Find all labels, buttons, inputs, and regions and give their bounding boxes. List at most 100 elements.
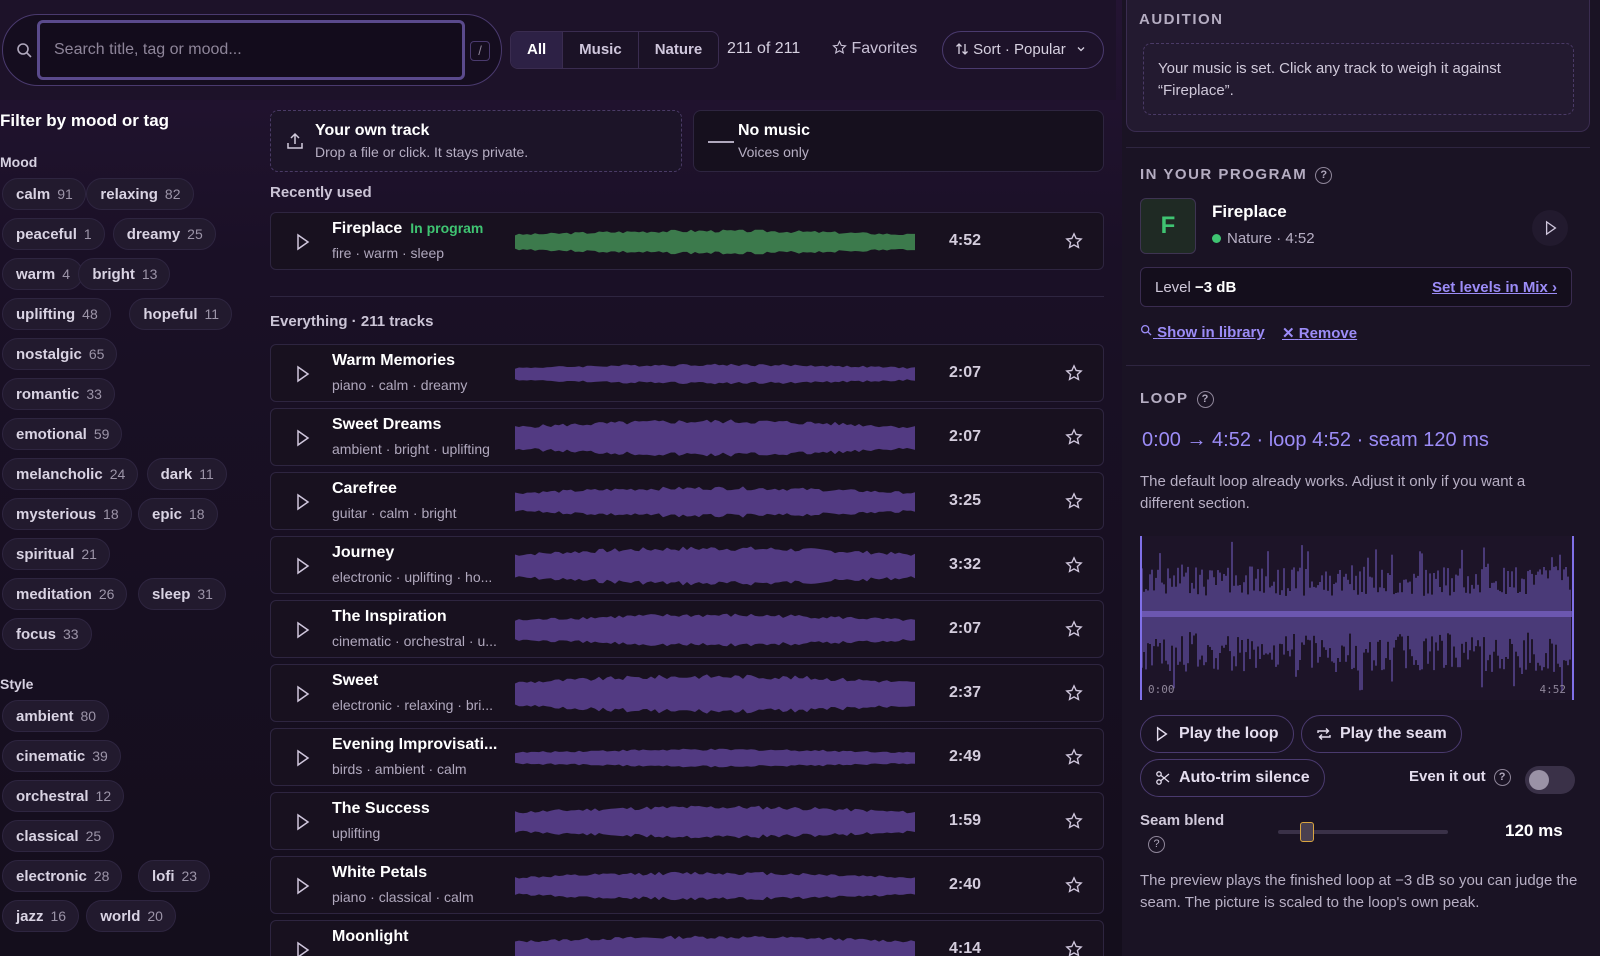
- style-heading: Style: [0, 676, 34, 692]
- loop-waveform-editor[interactable]: 0:00 4:52: [1140, 536, 1574, 700]
- show-in-library-link[interactable]: Show in library: [1140, 324, 1265, 341]
- favorite-star-icon[interactable]: [1065, 876, 1083, 894]
- track-row[interactable]: White Petals piano · classical · calm 2:40: [270, 856, 1104, 914]
- tag-chip-peaceful[interactable]: peaceful 1: [2, 218, 105, 250]
- search-bar[interactable]: Search title, tag or mood... /: [2, 14, 502, 86]
- tag-chip-cinematic[interactable]: cinematic 39: [2, 740, 121, 772]
- track-row[interactable]: Sweet electronic · relaxing · bri... 2:37: [270, 664, 1104, 722]
- star-icon: [832, 40, 847, 54]
- tag-chip-calm[interactable]: calm 91: [2, 178, 86, 210]
- track-row[interactable]: Evening Improvisati... birds · ambient · …: [270, 728, 1104, 786]
- program-track-meta: Nature · 4:52: [1212, 230, 1315, 247]
- tag-chip-sleep[interactable]: sleep 31: [138, 578, 226, 610]
- set-levels-link[interactable]: Set levels in Mix ›: [1432, 279, 1557, 296]
- play-icon[interactable]: [295, 749, 311, 767]
- favorite-star-icon[interactable]: [1065, 748, 1083, 766]
- favorite-star-icon[interactable]: [1065, 428, 1083, 446]
- program-play-button[interactable]: [1532, 210, 1568, 246]
- tag-chip-romantic[interactable]: romantic 33: [2, 378, 115, 410]
- audition-heading: AUDITION: [1139, 11, 1224, 28]
- tag-chip-jazz[interactable]: jazz 16: [2, 900, 80, 932]
- loop-start-time: 0:00: [1148, 683, 1175, 696]
- remove-link[interactable]: ✕ Remove: [1282, 324, 1357, 342]
- loop-waveform: [1141, 541, 1572, 692]
- own-track-dropzone[interactable]: Your own track Drop a file or click. It …: [270, 110, 682, 172]
- play-icon[interactable]: [295, 429, 311, 447]
- sort-dropdown[interactable]: Sort · Popular: [942, 31, 1104, 69]
- tag-chip-ambient[interactable]: ambient 80: [2, 700, 110, 732]
- tag-chip-emotional[interactable]: emotional 59: [2, 418, 123, 450]
- tab-music[interactable]: Music: [563, 32, 639, 68]
- track-row[interactable]: Moonlight 4:14: [270, 920, 1104, 956]
- tag-chip-relaxing[interactable]: relaxing 82: [86, 178, 194, 210]
- play-icon[interactable]: [295, 557, 311, 575]
- favorite-star-icon[interactable]: [1065, 492, 1083, 510]
- tag-chip-warm[interactable]: warm 4: [2, 258, 83, 290]
- tab-nature[interactable]: Nature: [639, 32, 719, 68]
- favorite-star-icon[interactable]: [1065, 364, 1083, 382]
- favorites-button[interactable]: Favorites: [832, 40, 917, 58]
- tab-all[interactable]: All: [511, 32, 564, 68]
- tag-chip-hopeful[interactable]: hopeful 11: [129, 298, 233, 330]
- track-row[interactable]: Journey electronic · uplifting · ho... 3:3…: [270, 536, 1104, 594]
- search-input[interactable]: Search title, tag or mood...: [37, 20, 465, 80]
- play-seam-button[interactable]: Play the seam: [1301, 715, 1462, 753]
- play-icon[interactable]: [295, 365, 311, 383]
- play-icon[interactable]: [295, 493, 311, 511]
- play-loop-button[interactable]: Play the loop: [1140, 715, 1294, 753]
- tag-chip-classical[interactable]: classical 25: [2, 820, 115, 852]
- play-icon[interactable]: [295, 621, 311, 639]
- shortcut-hint: /: [470, 41, 490, 61]
- favorite-star-icon[interactable]: [1065, 684, 1083, 702]
- play-icon[interactable]: [295, 941, 311, 956]
- auto-trim-button[interactable]: Auto-trim silence: [1140, 759, 1325, 797]
- help-icon[interactable]: ?: [1196, 390, 1214, 408]
- even-it-out-toggle[interactable]: [1525, 766, 1575, 794]
- favorite-star-icon[interactable]: [1065, 812, 1083, 830]
- track-row[interactable]: The Success uplifting 1:59: [270, 792, 1104, 850]
- track-title: Evening Improvisati...: [332, 736, 498, 753]
- recent-track-row[interactable]: Fireplace In program fire · warm · sleep …: [270, 212, 1104, 270]
- play-icon[interactable]: [295, 813, 311, 831]
- audition-message: Your music is set. Click any track to we…: [1143, 43, 1574, 115]
- seam-blend-slider[interactable]: [1278, 822, 1448, 842]
- tag-chip-nostalgic[interactable]: nostalgic 65: [2, 338, 118, 370]
- tag-chip-dreamy[interactable]: dreamy 25: [112, 218, 216, 250]
- track-row[interactable]: The Inspiration cinematic · orchestral · …: [270, 600, 1104, 658]
- no-music-option[interactable]: No music Voices only: [693, 110, 1104, 172]
- tag-chip-orchestral[interactable]: orchestral 12: [2, 780, 125, 812]
- upload-icon: [287, 132, 303, 149]
- tag-chip-electronic[interactable]: electronic 28: [2, 860, 123, 892]
- tag-chip-focus[interactable]: focus 33: [2, 618, 92, 650]
- chip-count: 12: [95, 788, 112, 804]
- track-waveform: [515, 419, 915, 457]
- seam-blend-label: Seam blend: [1140, 812, 1225, 829]
- favorite-star-icon[interactable]: [1065, 232, 1083, 250]
- tag-chip-epic[interactable]: epic 18: [138, 498, 218, 530]
- favorite-star-icon[interactable]: [1065, 620, 1083, 638]
- tag-chip-mysterious[interactable]: mysterious 18: [2, 498, 132, 530]
- play-icon: [1156, 726, 1168, 742]
- tag-chip-dark[interactable]: dark 11: [146, 458, 227, 490]
- waveform-shape: [515, 748, 915, 768]
- track-row[interactable]: Warm Memories piano · calm · dreamy 2:07: [270, 344, 1104, 402]
- track-row[interactable]: Sweet Dreams ambient · bright · uplifting…: [270, 408, 1104, 466]
- help-icon[interactable]: ?: [1148, 836, 1165, 853]
- tag-chip-melancholic[interactable]: melancholic 24: [2, 458, 139, 490]
- help-icon[interactable]: ?: [1493, 768, 1511, 786]
- play-icon[interactable]: [295, 233, 311, 251]
- tag-chip-world[interactable]: world 20: [86, 900, 176, 932]
- play-icon[interactable]: [295, 685, 311, 703]
- tag-chip-bright[interactable]: bright 13: [78, 258, 171, 290]
- help-icon[interactable]: ?: [1315, 166, 1333, 184]
- favorite-star-icon[interactable]: [1065, 940, 1083, 956]
- tag-chip-uplifting[interactable]: uplifting 48: [2, 298, 111, 330]
- play-icon[interactable]: [295, 877, 311, 895]
- tag-chip-meditation[interactable]: meditation 26: [2, 578, 128, 610]
- chip-count: 4: [62, 266, 70, 282]
- track-row[interactable]: Carefree guitar · calm · bright 3:25: [270, 472, 1104, 530]
- tag-chip-lofi[interactable]: lofi 23: [138, 860, 211, 892]
- favorite-star-icon[interactable]: [1065, 556, 1083, 574]
- tag-chip-spiritual[interactable]: spiritual 21: [2, 538, 110, 570]
- slider-handle[interactable]: [1300, 822, 1315, 842]
